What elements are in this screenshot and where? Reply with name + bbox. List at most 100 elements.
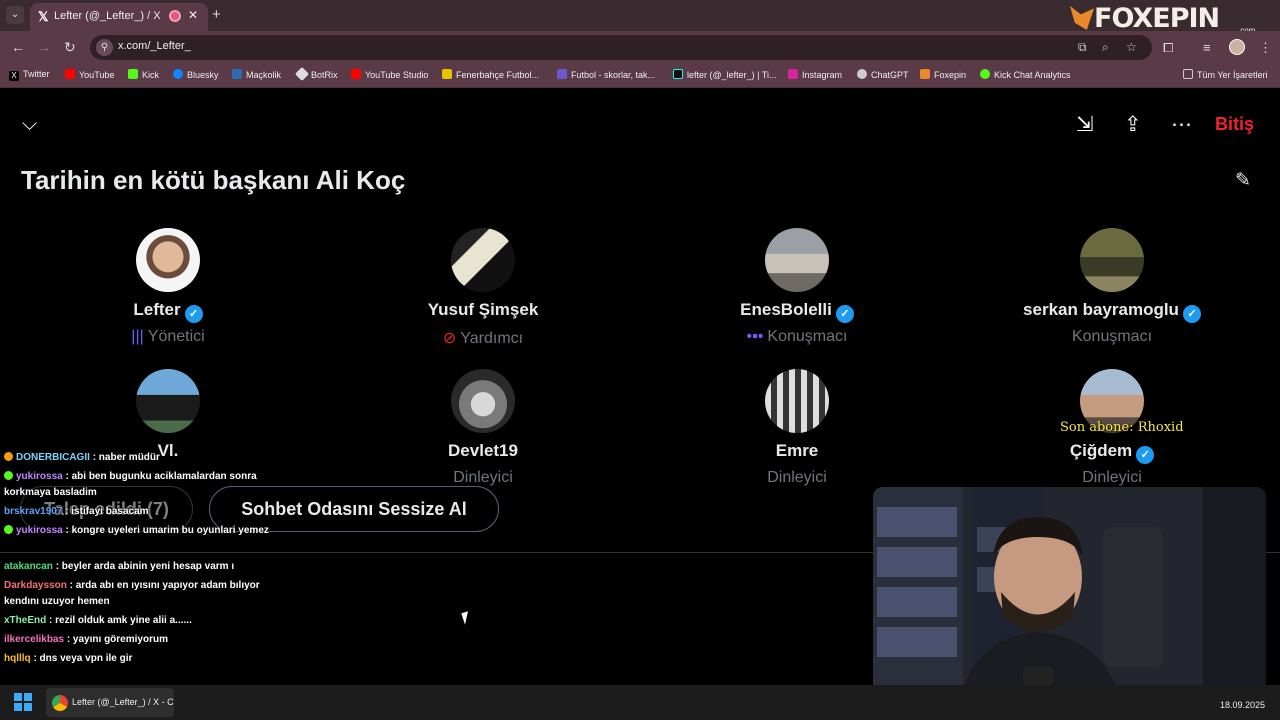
edit-pencil-icon[interactable]: ✎ (1235, 169, 1251, 192)
participant-role-text: Yardımcı (460, 330, 524, 347)
chat-message: hqlllq : dns veya vpn ile gir (4, 651, 284, 667)
space-title: Tarihin en kötü başkanı Ali Koç (21, 165, 406, 195)
bookmark-mackolik[interactable]: Maçkolik (232, 69, 281, 80)
verified-badge-icon: ✓ (184, 305, 203, 323)
extensions-icon[interactable]: ⧠ (1163, 40, 1173, 56)
new-tab-icon[interactable]: + (212, 6, 221, 23)
minimize-dock-icon[interactable]: ⇲ (1076, 112, 1094, 137)
participant-name-text: Çiğdem (1069, 441, 1133, 460)
participant-role: Dinleyici (767, 469, 827, 486)
participant-serkan-bayramoglu[interactable]: serkan bayramoglu ✓ Konuşmacı (1012, 228, 1212, 348)
reload-icon[interactable]: ↻ (64, 39, 76, 56)
tab-title: Lefter (@_Lefter_) / X (54, 10, 161, 22)
participant-lefter[interactable]: Lefter ✓ ||| Yönetici (68, 228, 268, 348)
bookmark-botrix[interactable]: BotRix (294, 66, 338, 82)
participant-role: ⊘ Yardımcı (383, 328, 583, 348)
chat-username: xTheEnd (4, 615, 47, 626)
tab-search-icon[interactable]: ⌄ (6, 6, 24, 24)
participant-name: serkan bayramoglu ✓ (1012, 300, 1212, 323)
badge-icon (4, 471, 13, 480)
bookmark-chatgpt[interactable]: ChatGPT (857, 69, 909, 80)
participant-role: Dinleyici (453, 469, 513, 486)
bookmark-kick-chat-analytics[interactable]: Kick Chat Analytics (980, 69, 1071, 80)
back-icon[interactable]: ← (11, 39, 25, 55)
chrome-icon (52, 695, 68, 711)
avatar (136, 369, 200, 433)
install-app-icon[interactable]: ⧉ (1078, 40, 1087, 55)
profile-avatar[interactable] (1229, 39, 1245, 55)
chat-text: : dns veya vpn ile gir (33, 653, 133, 664)
screen: ⌄ 𝕏 Lefter (@_Lefter_) / X ✕ + FOXEPIN .… (0, 0, 1280, 720)
site-info-icon[interactable]: ⚲ (96, 39, 113, 56)
bookmark-bluesky[interactable]: Bluesky (173, 69, 219, 80)
bookmark-kick[interactable]: Kick (128, 69, 159, 80)
all-bookmarks[interactable]: Tüm Yer İşaretleri (1183, 69, 1268, 80)
bookmark-foxepin[interactable]: Foxepin (920, 69, 966, 80)
chat-text: : kongre uyeleri umarim bu oyunlari yeme… (65, 525, 269, 536)
participant-enesbolelli[interactable]: EnesBolelli ✓ •▪• Konuşmacı (697, 228, 897, 348)
chat-message: xTheEnd : rezil olduk amk yine alii a...… (4, 613, 284, 629)
bookmark-instagram[interactable]: Instagram (788, 69, 842, 80)
participant-role: •▪• Konuşmacı (697, 328, 897, 346)
media-control-icon[interactable]: ≡ (1203, 40, 1211, 55)
audio-playing-icon[interactable] (169, 10, 181, 22)
chat-username: Darkdaysson (4, 580, 67, 591)
close-tab-icon[interactable]: ✕ (188, 8, 198, 22)
zoom-icon[interactable]: ⌕ (1102, 40, 1109, 55)
bookmark-youtube-studio[interactable]: YouTube Studio (351, 69, 428, 80)
bookmarks-bar: X Twitter YouTube Kick Bluesky Maçkolik B… (0, 64, 1280, 88)
bookmark-label: BotRix (311, 70, 338, 80)
avatar (765, 369, 829, 433)
share-icon[interactable]: ⇪ (1124, 112, 1142, 137)
active-tab[interactable]: 𝕏 Lefter (@_Lefter_) / X ✕ (30, 3, 208, 31)
participant-role: Dinleyici (1082, 469, 1142, 486)
badge-icon (4, 525, 13, 534)
mouse-cursor-icon (461, 611, 472, 625)
participant-name: Emre (775, 441, 819, 460)
menu-kebab-icon[interactable]: ⋮ (1259, 40, 1272, 56)
x-logo-icon: 𝕏 (38, 9, 49, 24)
forward-icon[interactable]: → (37, 39, 51, 55)
chat-username: brskrav1907 (4, 506, 63, 517)
browser-tab-bar: ⌄ 𝕏 Lefter (@_Lefter_) / X ✕ + FOXEPIN .… (0, 0, 1280, 35)
chevron-down-icon[interactable]: ⌵ (22, 113, 37, 136)
taskbar-chrome-app[interactable]: Lefter (@_Lefter_) / X - C (46, 688, 174, 717)
taskbar-app-label: Lefter (@_Lefter_) / X - C (72, 697, 174, 707)
participant-name: Lefter ✓ (68, 300, 268, 323)
participant-role-text: Konuşmacı (767, 328, 848, 345)
end-space-button[interactable]: Bitiş (1215, 114, 1254, 135)
bookmark-label: Kick Chat Analytics (994, 70, 1071, 80)
participant-name-text: EnesBolelli (740, 300, 832, 319)
more-options-icon[interactable]: ⋯ (1171, 112, 1192, 137)
chat-message: ilkercelikbas : yayını göremiyorum (4, 632, 284, 648)
webcam-scene (873, 487, 1266, 705)
bookmark-twitter[interactable]: X Twitter (9, 69, 50, 81)
participant-name: Devlet19 (448, 441, 518, 460)
participant-role-text: Yönetici (147, 328, 205, 345)
participant-name-text: serkan bayramoglu (1023, 300, 1179, 319)
windows-start-icon[interactable] (14, 693, 32, 711)
taskbar-date: 18.09.2025 (1220, 700, 1266, 710)
bookmark-label: Fenerbahçe Futbol... (456, 70, 540, 80)
bookmark-label: Kick (142, 70, 160, 80)
bookmark-futbol-skorlar[interactable]: Futbol - skorlar, tak... (557, 69, 655, 80)
verified-badge-icon: ✓ (1136, 446, 1155, 464)
speaking-dots-icon: •▪• (746, 328, 764, 345)
participant-devlet19[interactable]: Devlet19 Dinleyici (383, 369, 583, 489)
address-bar[interactable]: ⚲ x.com/_Lefter_ ⧉ ⌕ ☆ (90, 35, 1152, 60)
bookmark-label: ChatGPT (871, 70, 909, 80)
bookmark-star-icon[interactable]: ☆ (1126, 40, 1137, 54)
mic-muted-icon: ⊘ (442, 330, 457, 347)
bookmark-tiktok[interactable]: lefter (@_lefter_) | Ti... (673, 69, 777, 80)
bookmark-fenerbahce[interactable]: Fenerbahçe Futbol... (442, 69, 539, 80)
chat-message: atakancan : beyler arda abinin yeni hesa… (4, 559, 284, 575)
participant-yusuf-simsek[interactable]: Yusuf Şimşek ⊘ Yardımcı (383, 228, 583, 348)
chat-text: : yayını göremiyorum (66, 634, 168, 645)
chat-message: DONERBICAGII : naber müdür (4, 450, 284, 466)
participant-emre[interactable]: Emre Dinleyici (697, 369, 897, 489)
avatar (451, 228, 515, 292)
bookmark-youtube[interactable]: YouTube (65, 69, 114, 80)
chat-username: atakancan (4, 561, 53, 572)
chat-message: yukirossa : abi ben bugunku aciklamalard… (4, 469, 284, 501)
bookmark-label: Bluesky (187, 70, 219, 80)
